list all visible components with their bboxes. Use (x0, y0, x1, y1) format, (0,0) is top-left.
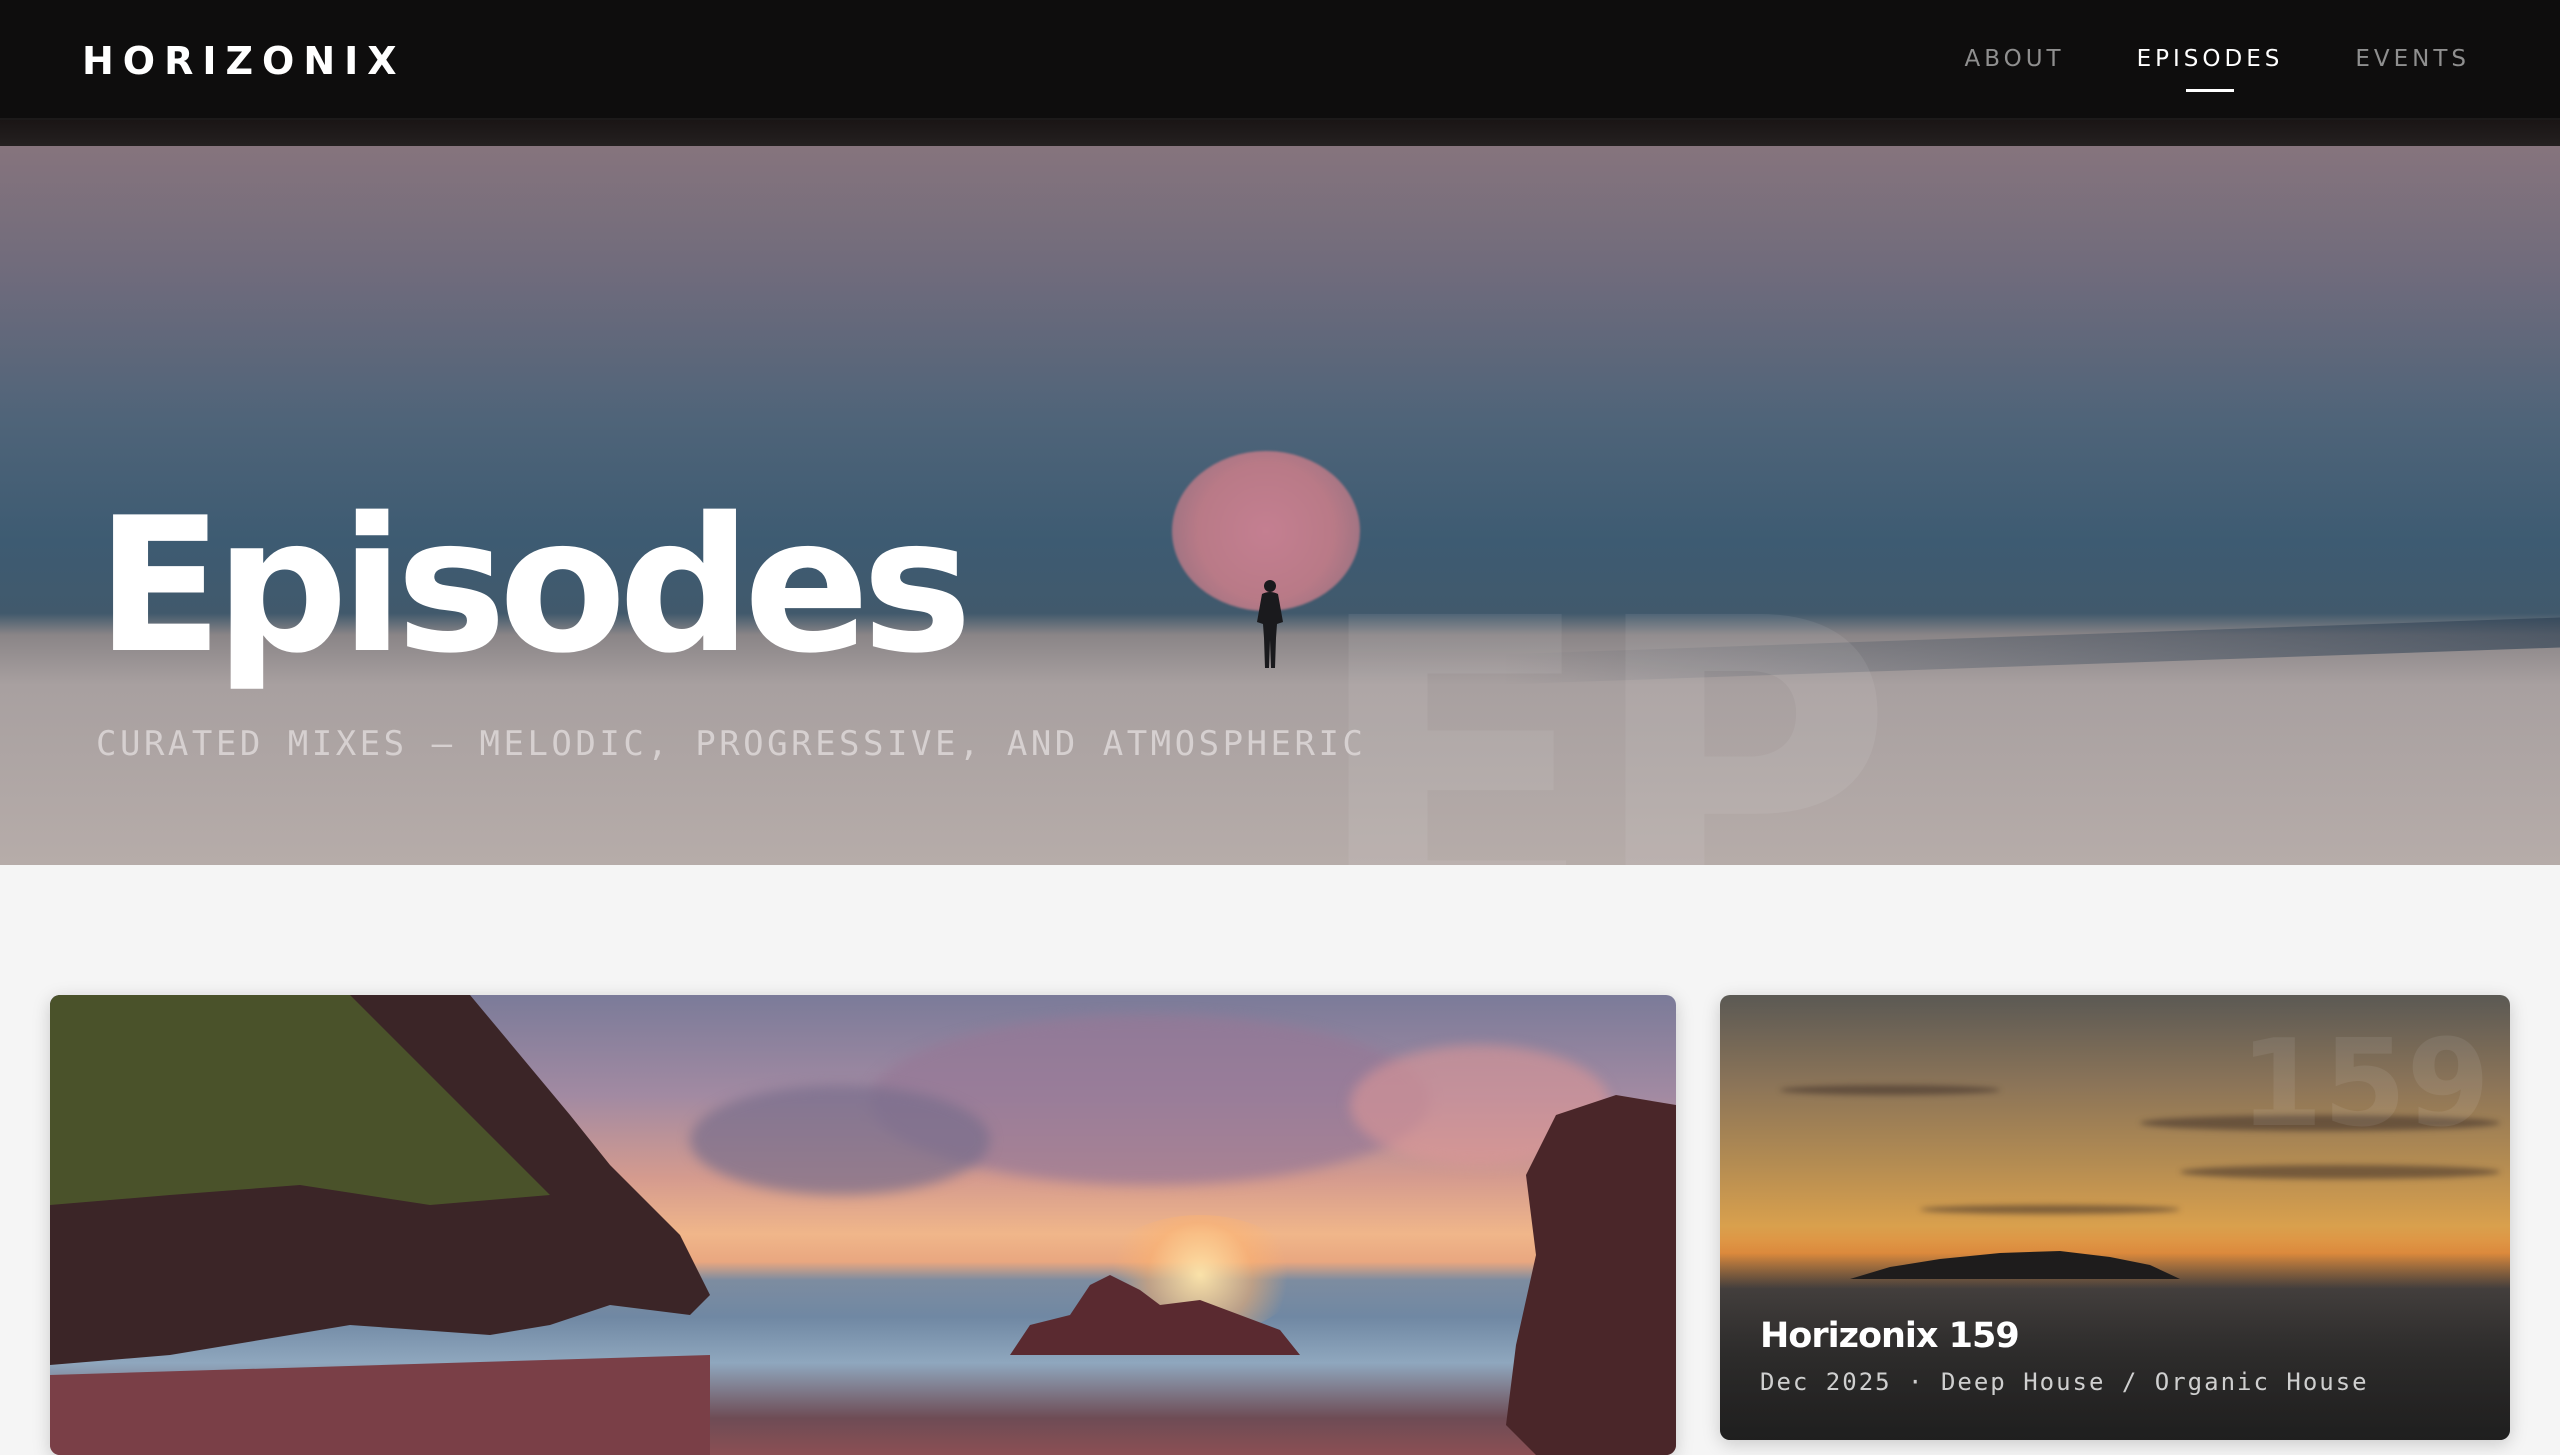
hero-figure-silhouette (1257, 580, 1283, 668)
featured-right-cliff (1506, 1095, 1676, 1455)
hero-watermark-text: EP (1310, 531, 1895, 866)
cloud-shape (2180, 1165, 2500, 1179)
cloud-shape (690, 1085, 990, 1195)
hero-banner: EP Episodes CURATED MIXES — MELODIC, PRO… (0, 146, 2560, 865)
featured-left-cliff (50, 995, 710, 1455)
page-subtitle: CURATED MIXES — MELODIC, PROGRESSIVE, AN… (96, 724, 1367, 764)
site-logo[interactable]: HORIZONIX (82, 38, 406, 84)
nav-link-episodes[interactable]: EPISODES (2137, 44, 2284, 92)
nav-divider (0, 120, 2560, 146)
episode-meta: Dec 2025 · Deep House / Organic House (1760, 1368, 2369, 1396)
episode-title: Horizonix 159 (1760, 1316, 2020, 1356)
nav-link-events[interactable]: EVENTS (2355, 44, 2470, 74)
episode-card[interactable]: 159 Horizonix 159 Dec 2025 · Deep House … (1720, 995, 2510, 1440)
episode-watermark-number: 159 (2239, 1015, 2491, 1154)
cloud-shape (1780, 1085, 2000, 1095)
featured-episode-card[interactable] (50, 995, 1676, 1455)
cloud-shape (1920, 1205, 2180, 1214)
top-navigation: HORIZONIX ABOUT EPISODES EVENTS (0, 0, 2560, 120)
nav-links: ABOUT EPISODES EVENTS (1965, 44, 2471, 92)
page-title: Episodes (96, 477, 972, 694)
nav-link-about[interactable]: ABOUT (1965, 44, 2065, 74)
featured-sea-rock (1010, 1275, 1300, 1355)
